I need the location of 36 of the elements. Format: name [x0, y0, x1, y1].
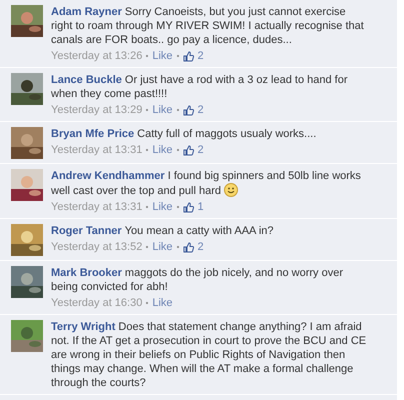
author-link[interactable]: Andrew Kendhammer: [51, 170, 165, 182]
thumbs-up-icon: [182, 50, 194, 62]
like-link[interactable]: Like: [152, 200, 173, 214]
like-link[interactable]: Like: [152, 240, 173, 254]
timestamp: Yesterday at 13:31: [51, 143, 142, 157]
author-link[interactable]: Roger Tanner: [51, 225, 122, 237]
author-link[interactable]: Lance Buckle: [51, 74, 122, 86]
thumbs-up-icon: [182, 104, 194, 116]
author-link[interactable]: Terry Wright: [51, 321, 116, 333]
author-link[interactable]: Bryan Mfe Price: [51, 128, 134, 140]
like-link[interactable]: Like: [152, 143, 173, 157]
thumbs-up-icon: [182, 202, 194, 212]
like-count[interactable]: 2: [198, 143, 204, 157]
author-link[interactable]: Adam Rayner: [51, 6, 122, 18]
comment-text: Adam Rayner Sorry Canoeists, but you just cannot exercise right to roam through MY RIVER SWIM! I actually recognise that canals are FOR boats.. go pay a licence, dudes...: [51, 5, 365, 47]
timestamp: Yesterday at 16:30: [51, 296, 142, 310]
thumbs-up-icon: [182, 144, 194, 156]
comment-text: Andrew Kendhammer I found big spinners and 50lb line works well cast over the top and pull hard: [51, 169, 362, 198]
like-count[interactable]: 2: [198, 103, 204, 117]
like-link[interactable]: Like: [152, 103, 173, 117]
thumbs-up-icon: [182, 242, 194, 252]
like-count[interactable]: 1: [198, 200, 204, 214]
like-count[interactable]: 2: [198, 240, 204, 254]
timestamp: Yesterday at 13:26: [51, 49, 142, 63]
comment-text: Lance Buckle Or just have a rod with a 3 oz lead to hand for when they come past!!!!: [51, 73, 348, 101]
like-count[interactable]: 2: [198, 49, 204, 63]
like-link[interactable]: Like: [152, 49, 173, 63]
like-link[interactable]: Like: [152, 296, 173, 310]
timestamp: Yesterday at 13:29: [51, 103, 142, 117]
timestamp: Yesterday at 13:52: [51, 240, 142, 254]
comment-text: Terry Wright Does that statement change anything? I am afraid not. If the AT get a prosecution in court to prove the BCU and CE are wrong in their beliefs on Public Rights of Navigation then things may change. When will the AT make a formal challenge through the courts?: [51, 320, 367, 390]
comment-text: Roger Tanner You mean a catty with AAA in?: [51, 224, 275, 238]
comment-text: Bryan Mfe Price Catty full of maggots usualy works....: [51, 127, 318, 141]
timestamp: Yesterday at 13:31: [51, 200, 142, 214]
comment-text: Mark Brooker maggots do the job nicely, and no worry over being convicted for abh!: [51, 266, 344, 294]
author-link[interactable]: Mark Brooker: [51, 267, 122, 279]
